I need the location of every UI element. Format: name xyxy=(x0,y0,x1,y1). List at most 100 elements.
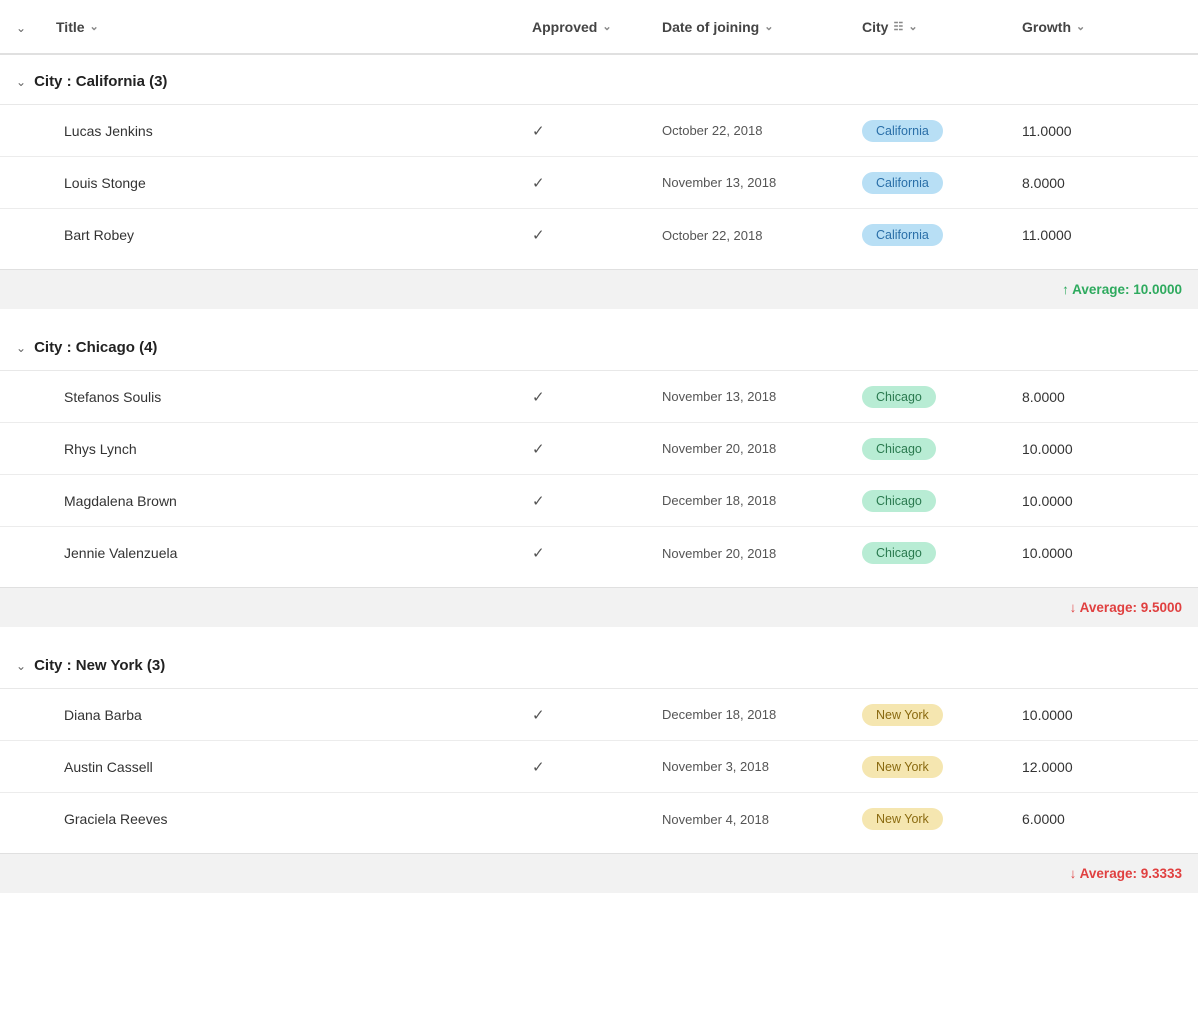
city-badge: California xyxy=(862,172,943,194)
city-badge: California xyxy=(862,224,943,246)
col-approved-header[interactable]: Approved ⌄ xyxy=(532,19,662,35)
row-city-cell: California xyxy=(862,172,1022,194)
row-city-cell: California xyxy=(862,120,1022,142)
table-row: Diana Barba✓ December 18, 2018New York 10.… xyxy=(0,689,1198,741)
header-expand-icon[interactable]: ⌄ xyxy=(16,21,26,35)
col-approved-label: Approved xyxy=(532,19,597,35)
date-sort-icon: ⌄ xyxy=(764,20,773,33)
col-growth-header[interactable]: Growth ⌄ xyxy=(1022,19,1182,35)
group-title-chicago: City : Chicago (4) xyxy=(34,339,157,356)
col-title-label: Title xyxy=(56,19,85,35)
row-name-cell: Lucas Jenkins xyxy=(56,123,532,139)
row-approved-cell: ✓ xyxy=(532,226,662,244)
col-date-header[interactable]: Date of joining ⌄ xyxy=(662,19,862,35)
city-badge: New York xyxy=(862,704,943,726)
row-growth-cell: 6.0000 xyxy=(1022,811,1182,827)
approved-checkmark-icon: ✓ xyxy=(532,441,545,458)
approved-checkmark-icon: ✓ xyxy=(532,175,545,192)
row-approved-cell: ✓ xyxy=(532,492,662,510)
row-city-cell: Chicago xyxy=(862,490,1022,512)
row-growth-cell: 11.0000 xyxy=(1022,227,1182,243)
group-header-chicago: ⌄ City : Chicago (4) xyxy=(0,321,1198,371)
col-date-label: Date of joining xyxy=(662,19,759,35)
row-growth-cell: 10.0000 xyxy=(1022,545,1182,561)
group-chevron-newyork[interactable]: ⌄ xyxy=(16,659,26,673)
row-name-cell: Jennie Valenzuela xyxy=(56,545,532,561)
city-filter-icon: ☷ xyxy=(893,20,903,33)
table-row: Austin Cassell✓November 3, 2018New York 1… xyxy=(0,741,1198,793)
average-row-newyork: ↓ Average: 9.3333 xyxy=(0,853,1198,893)
table-row: Jennie Valenzuela✓November 20, 2018Chica… xyxy=(0,527,1198,579)
row-city-cell: Chicago xyxy=(862,438,1022,460)
row-growth-cell: 8.0000 xyxy=(1022,175,1182,191)
city-badge: Chicago xyxy=(862,386,936,408)
row-approved-cell: ✓ xyxy=(532,706,662,724)
average-value: ↑ Average: 10.0000 xyxy=(1062,282,1182,297)
city-badge: Chicago xyxy=(862,490,936,512)
row-date-cell: November 20, 2018 xyxy=(662,441,862,456)
group-title-california: City : California (3) xyxy=(34,73,167,90)
row-date-cell: October 22, 2018 xyxy=(662,123,862,138)
row-approved-cell: ✓ xyxy=(532,758,662,776)
row-date-cell: December 18, 2018 xyxy=(662,707,862,722)
growth-sort-icon: ⌄ xyxy=(1076,20,1085,33)
row-date-cell: November 20, 2018 xyxy=(662,546,862,561)
approved-sort-icon: ⌄ xyxy=(602,20,611,33)
group-title-newyork: City : New York (3) xyxy=(34,657,165,674)
title-sort-icon: ⌄ xyxy=(90,20,99,33)
row-name-cell: Austin Cassell xyxy=(56,759,532,775)
row-growth-cell: 12.0000 xyxy=(1022,759,1182,775)
group-newyork: ⌄City : New York (3)Diana Barba✓December… xyxy=(0,639,1198,893)
row-growth-cell: 10.0000 xyxy=(1022,493,1182,509)
row-city-cell: New York xyxy=(862,756,1022,778)
row-city-cell: California xyxy=(862,224,1022,246)
col-expand-header: ⌄ xyxy=(16,19,56,35)
average-row-chicago: ↓ Average: 9.5000 xyxy=(0,587,1198,627)
table-container: ⌄ Title ⌄ Approved ⌄ Date of joining ⌄ C… xyxy=(0,0,1198,1029)
row-name-cell: Louis Stonge xyxy=(56,175,532,191)
row-date-cell: November 3, 2018 xyxy=(662,759,862,774)
row-city-cell: Chicago xyxy=(862,386,1022,408)
col-title-header[interactable]: Title ⌄ xyxy=(56,19,532,35)
table-row: Bart Robey✓October 22, 2018California11.… xyxy=(0,209,1198,261)
row-approved-cell: ✓ xyxy=(532,388,662,406)
col-city-header[interactable]: City ☷ ⌄ xyxy=(862,19,1022,35)
row-name-cell: Stefanos Soulis xyxy=(56,389,532,405)
row-date-cell: November 13, 2018 xyxy=(662,175,862,190)
row-growth-cell: 11.0000 xyxy=(1022,123,1182,139)
city-badge: New York xyxy=(862,756,943,778)
groups-container: ⌄City : California (3)Lucas Jenkins✓Octo… xyxy=(0,55,1198,893)
group-chevron-chicago[interactable]: ⌄ xyxy=(16,341,26,355)
approved-checkmark-icon: ✓ xyxy=(532,389,545,406)
row-name-cell: Diana Barba xyxy=(56,707,532,723)
col-city-label: City xyxy=(862,19,888,35)
row-approved-cell: ✓ xyxy=(532,122,662,140)
row-date-cell: December 18, 2018 xyxy=(662,493,862,508)
group-header-california: ⌄ City : California (3) xyxy=(0,55,1198,105)
group-header-newyork: ⌄ City : New York (3) xyxy=(0,639,1198,689)
city-badge: California xyxy=(862,120,943,142)
row-approved-cell: ✓ xyxy=(532,174,662,192)
table-row: Stefanos Soulis✓November 13, 2018Chicago… xyxy=(0,371,1198,423)
row-city-cell: Chicago xyxy=(862,542,1022,564)
city-badge: New York xyxy=(862,808,943,830)
group-chicago: ⌄City : Chicago (4)Stefanos Soulis✓Novem… xyxy=(0,321,1198,627)
row-growth-cell: 10.0000 xyxy=(1022,441,1182,457)
table-row: Lucas Jenkins✓October 22, 2018California… xyxy=(0,105,1198,157)
row-city-cell: New York xyxy=(862,704,1022,726)
approved-checkmark-icon: ✓ xyxy=(532,707,545,724)
group-chevron-california[interactable]: ⌄ xyxy=(16,75,26,89)
city-badge: Chicago xyxy=(862,542,936,564)
row-name-cell: Magdalena Brown xyxy=(56,493,532,509)
row-growth-cell: 8.0000 xyxy=(1022,389,1182,405)
row-approved-cell: ✓ xyxy=(532,544,662,562)
col-growth-label: Growth xyxy=(1022,19,1071,35)
table-row: Rhys Lynch✓November 20, 2018Chicago10.00… xyxy=(0,423,1198,475)
row-date-cell: November 4, 2018 xyxy=(662,812,862,827)
table-row: Magdalena Brown✓December 18, 2018Chicago… xyxy=(0,475,1198,527)
city-badge: Chicago xyxy=(862,438,936,460)
row-growth-cell: 10.0000 xyxy=(1022,707,1182,723)
row-name-cell: Bart Robey xyxy=(56,227,532,243)
row-name-cell: Graciela Reeves xyxy=(56,811,532,827)
group-california: ⌄City : California (3)Lucas Jenkins✓Octo… xyxy=(0,55,1198,309)
